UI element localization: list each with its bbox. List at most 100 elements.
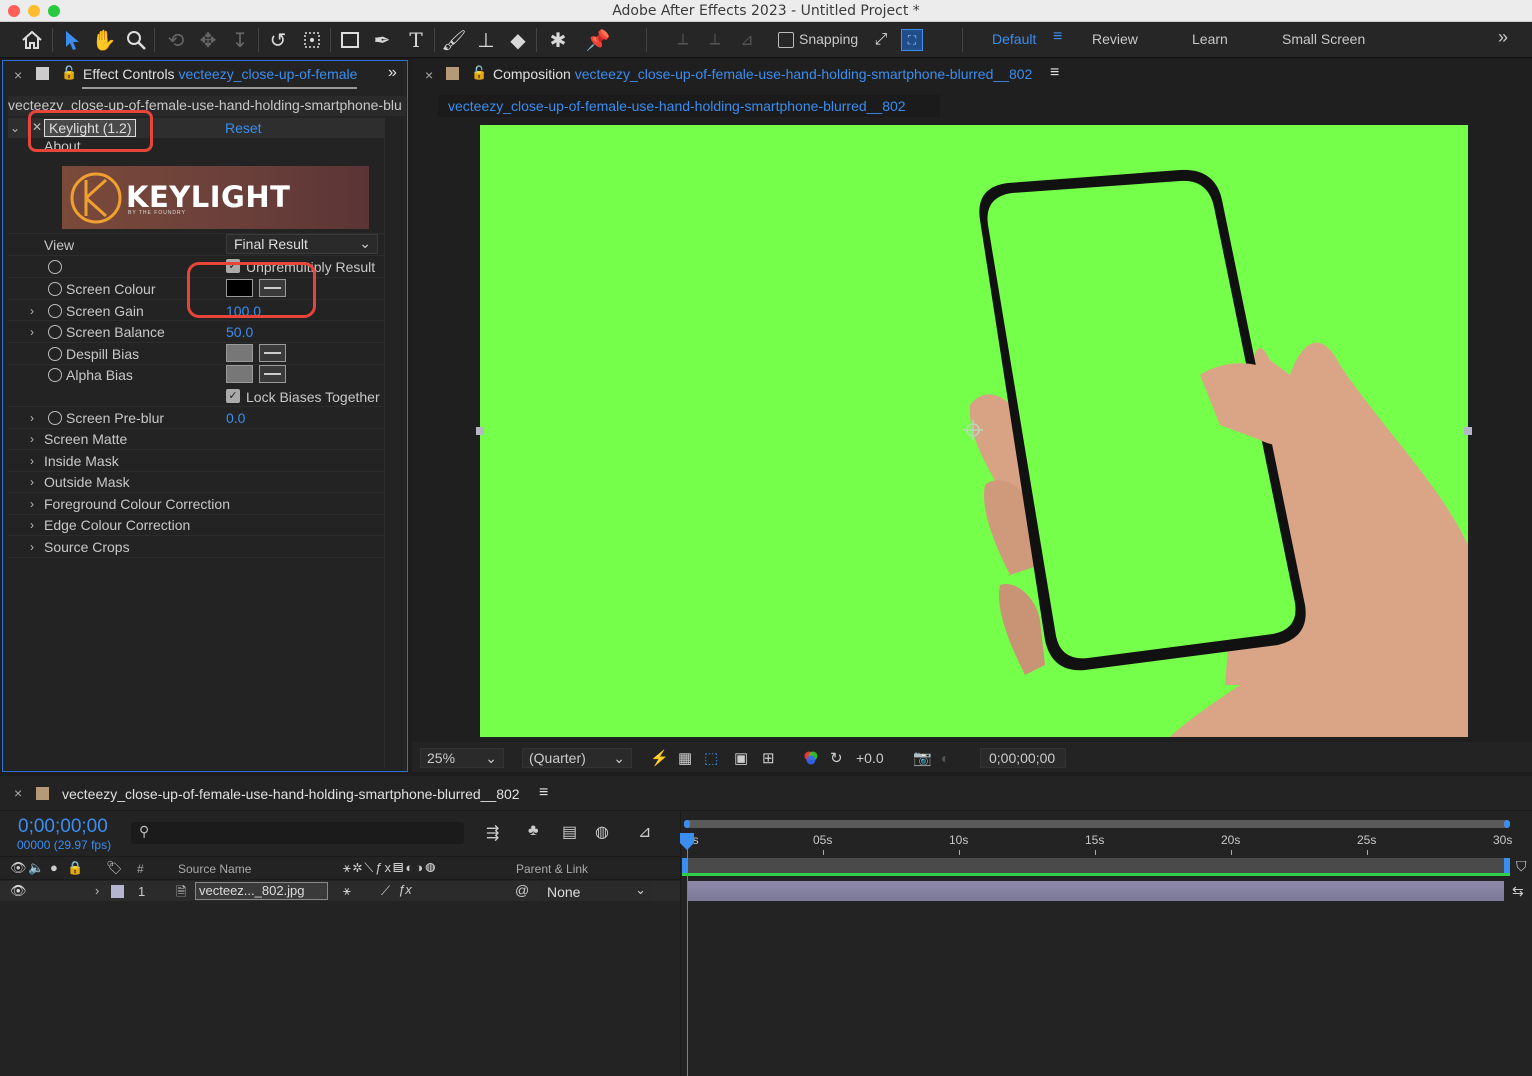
group-foreground-colour-correction[interactable]: › Foreground Colour Correction bbox=[8, 493, 384, 514]
local-axis-icon[interactable]: ⟂ bbox=[670, 26, 696, 54]
stopwatch-icon[interactable] bbox=[48, 281, 62, 296]
dolly-camera-icon[interactable]: ↧ bbox=[226, 26, 254, 54]
layer-duration-bar[interactable] bbox=[688, 881, 1504, 901]
pan-camera-icon[interactable]: ✥ bbox=[194, 26, 222, 54]
stopwatch-icon[interactable] bbox=[48, 303, 62, 318]
composition-panel-menu-icon[interactable]: ≡ bbox=[1050, 64, 1059, 82]
solo-icon[interactable]: ● bbox=[50, 860, 58, 875]
collapse-transform-icon[interactable]: ⚹ bbox=[343, 883, 351, 899]
work-area-bar[interactable] bbox=[684, 820, 1510, 828]
playhead[interactable] bbox=[679, 833, 695, 850]
group-inside-mask[interactable]: › Inside Mask bbox=[8, 450, 384, 471]
home-icon[interactable] bbox=[18, 26, 46, 54]
orbit-camera-icon[interactable]: ⟲ bbox=[162, 26, 190, 54]
brush-tool-icon[interactable]: 🖌 bbox=[440, 26, 468, 54]
snap-features-icon[interactable]: ⛶ bbox=[898, 26, 926, 54]
clone-stamp-tool-icon[interactable]: ⊥ bbox=[472, 26, 500, 54]
screen-preblur-value[interactable]: 0.0 bbox=[226, 410, 245, 426]
composition-close-icon[interactable]: × bbox=[425, 67, 433, 83]
snapshot-icon[interactable]: 📷 bbox=[913, 748, 933, 768]
show-snapshot-icon[interactable]: ◐ bbox=[941, 748, 961, 768]
lock-icon[interactable]: 🔓 bbox=[471, 65, 487, 81]
screen-balance-value[interactable]: 50.0 bbox=[226, 324, 253, 340]
view-axis-icon[interactable]: ⊿ bbox=[734, 26, 760, 54]
reset-exposure-icon[interactable]: ↻ bbox=[830, 748, 850, 768]
audio-icon[interactable]: 🔈 bbox=[28, 860, 44, 876]
pickwhip-icon[interactable]: @ bbox=[515, 882, 529, 898]
pan-behind-tool-icon[interactable] bbox=[298, 26, 326, 54]
workspace-review[interactable]: Review bbox=[1092, 31, 1138, 47]
draft-3d-icon[interactable]: ♣ bbox=[528, 822, 539, 840]
stopwatch-icon[interactable] bbox=[48, 324, 62, 339]
expand-chevron-icon[interactable]: › bbox=[95, 883, 99, 898]
mask-visibility-icon[interactable]: ⬚ bbox=[704, 748, 726, 768]
group-source-crops[interactable]: › Source Crops bbox=[8, 536, 384, 557]
lock-biases-checkbox[interactable]: ✓ bbox=[226, 389, 240, 403]
timeline-tab[interactable]: vecteezy_close-up-of-female-use-hand-hol… bbox=[62, 786, 520, 802]
transparency-grid-icon[interactable]: ▦ bbox=[678, 748, 698, 768]
channels-icon[interactable] bbox=[802, 748, 822, 768]
group-screen-matte[interactable]: › Screen Matte bbox=[8, 428, 384, 449]
composition-subtab[interactable]: vecteezy_close-up-of-female-use-hand-hol… bbox=[438, 95, 940, 117]
composition-tab[interactable]: Composition vecteezy_close-up-of-female-… bbox=[493, 66, 1032, 82]
layer-handle-left[interactable] bbox=[476, 427, 484, 435]
resolution-dropdown[interactable]: (Quarter) ⌄ bbox=[522, 748, 632, 768]
lock-icon[interactable]: 🔓 bbox=[61, 65, 77, 81]
pen-tool-icon[interactable]: ✒ bbox=[368, 26, 396, 54]
workspace-menu-icon[interactable]: ≡ bbox=[1053, 28, 1062, 46]
effects-icon[interactable]: ƒx bbox=[398, 882, 412, 897]
workspace-overflow-icon[interactable]: » bbox=[1498, 27, 1508, 48]
workspace-learn[interactable]: Learn bbox=[1192, 31, 1228, 47]
rectangle-tool-icon[interactable] bbox=[336, 26, 364, 54]
world-axis-icon[interactable]: ⟂ bbox=[702, 26, 728, 54]
effect-reset-link[interactable]: Reset bbox=[225, 120, 262, 136]
type-tool-icon[interactable]: T bbox=[402, 26, 430, 54]
composition-menu-icon[interactable] bbox=[446, 67, 459, 80]
alpha-bias-swatch[interactable] bbox=[226, 365, 253, 383]
eyedropper-icon[interactable] bbox=[259, 344, 286, 362]
roto-brush-tool-icon[interactable]: ✱ bbox=[544, 26, 572, 54]
effect-controls-tab[interactable]: Effect Controls vecteezy_close-up-of-fem… bbox=[83, 66, 357, 82]
rotation-tool-icon[interactable]: ↺ bbox=[264, 26, 292, 54]
layer-handle-right[interactable] bbox=[1464, 427, 1472, 435]
snapping-checkbox[interactable] bbox=[778, 26, 794, 54]
selection-tool-icon[interactable] bbox=[58, 26, 86, 54]
timeline-menu-icon[interactable]: ≡ bbox=[539, 784, 548, 802]
eyedropper-icon[interactable] bbox=[259, 365, 286, 383]
column-source-name[interactable]: Source Name bbox=[178, 862, 251, 876]
hand-tool-icon[interactable]: ✋ bbox=[90, 26, 118, 54]
graph-editor-icon[interactable]: ⊿ bbox=[638, 822, 651, 842]
lock-column-icon[interactable]: 🔒 bbox=[67, 860, 83, 876]
group-edge-colour-correction[interactable]: › Edge Colour Correction bbox=[8, 514, 384, 535]
label-tag-icon[interactable]: 🏷 bbox=[106, 860, 123, 876]
stopwatch-icon[interactable] bbox=[48, 367, 62, 382]
snap-edges-icon[interactable]: ⤢ bbox=[868, 26, 894, 54]
comp-marker-icon[interactable]: ⛉ bbox=[1516, 858, 1530, 876]
grid-guides-icon[interactable]: ⊞ bbox=[762, 748, 782, 768]
quality-icon[interactable]: ⟋ bbox=[381, 883, 390, 899]
timeline-search-input[interactable]: ⚲ bbox=[131, 822, 464, 844]
parent-dropdown[interactable]: None ⌄ bbox=[540, 882, 652, 901]
effect-controls-close-icon[interactable]: × bbox=[14, 67, 22, 83]
timeline-timecode[interactable]: 0;00;00;00 bbox=[18, 816, 108, 838]
despill-bias-swatch[interactable] bbox=[226, 344, 253, 362]
timeline-close-icon[interactable]: × bbox=[14, 785, 22, 801]
layer-color-label[interactable] bbox=[111, 885, 124, 898]
effect-controls-menu-icon[interactable] bbox=[36, 67, 49, 80]
stopwatch-icon[interactable] bbox=[48, 346, 62, 361]
composition-viewer[interactable] bbox=[480, 125, 1468, 737]
effect-controls-overflow-icon[interactable]: » bbox=[388, 64, 397, 82]
column-parent-link[interactable]: Parent & Link bbox=[516, 862, 588, 876]
motion-blur-icon[interactable]: ◍ bbox=[595, 822, 609, 842]
group-outside-mask[interactable]: › Outside Mask bbox=[8, 471, 384, 492]
eraser-tool-icon[interactable]: ◆ bbox=[504, 26, 532, 54]
region-of-interest-icon[interactable]: ▣ bbox=[734, 748, 754, 768]
keylight-collapse-icon[interactable]: ⌄ bbox=[10, 121, 20, 135]
workspace-default[interactable]: Default bbox=[992, 31, 1036, 47]
layer-name[interactable]: vecteez..._802.jpg bbox=[195, 882, 328, 900]
stopwatch-icon[interactable] bbox=[48, 259, 62, 274]
layer-end-icon[interactable]: ⇆ bbox=[1512, 883, 1524, 900]
exposure-value[interactable]: +0.0 bbox=[856, 748, 884, 768]
expand-chevron-icon[interactable]: › bbox=[30, 304, 34, 318]
layer-visibility-icon[interactable]: 👁 bbox=[10, 883, 27, 899]
